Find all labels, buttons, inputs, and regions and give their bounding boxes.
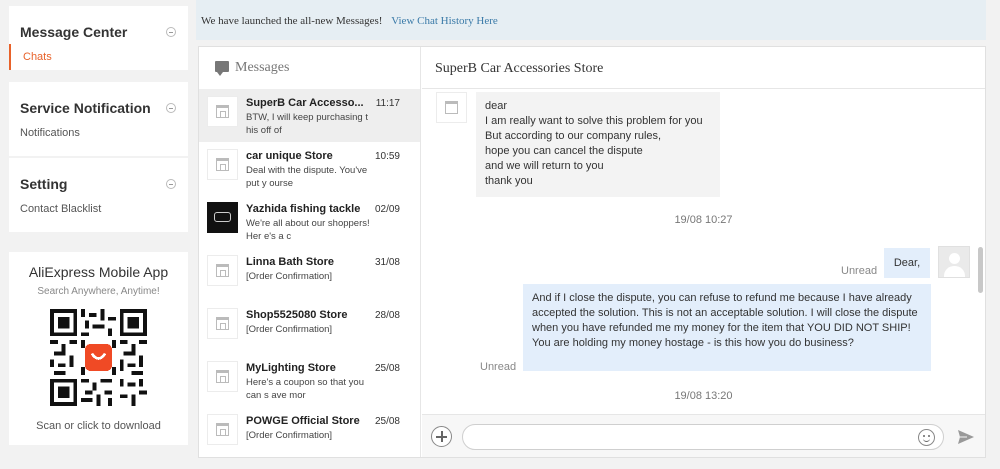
- message-center-section: Message Center Chats: [9, 6, 188, 70]
- unread-status: Unread: [480, 361, 517, 373]
- send-icon[interactable]: [957, 429, 975, 445]
- conversation-preview: BTW, I will keep purchasing this off of: [246, 112, 368, 136]
- store-avatar: [207, 255, 238, 286]
- conversation-list-title: Messages: [235, 60, 290, 75]
- message-timestamp: 19/08 13:20: [674, 390, 733, 402]
- conversation-name: POWGE Official Store: [246, 415, 360, 427]
- service-notification-header[interactable]: Service Notification: [9, 82, 188, 120]
- fishing-logo-icon: [214, 212, 231, 222]
- store-icon: [216, 158, 229, 171]
- store-avatar: [436, 92, 467, 123]
- store-icon: [216, 423, 229, 436]
- conversation-preview: Here's a coupon so that you can s ave mo…: [246, 377, 364, 401]
- collapse-icon[interactable]: [166, 103, 176, 113]
- conversation-preview: We're all about our shoppers! Her e's a …: [246, 218, 370, 242]
- message-line: hope you can cancel the dispute: [485, 145, 643, 157]
- unread-status: Unread: [841, 265, 878, 277]
- conversation-item[interactable]: Shop5525080 Store 28/08 [Order Confirmat…: [199, 301, 420, 354]
- service-notification-section: Service Notification Notifications: [9, 82, 188, 156]
- store-avatar: [207, 361, 238, 392]
- messages-icon: [215, 61, 229, 76]
- app-promo-title: AliExpress Mobile App: [28, 264, 169, 280]
- store-icon: [216, 105, 229, 118]
- conversation-view: SuperB Car Accessories Store dear I am r…: [422, 47, 985, 457]
- service-notification-title: Service Notification: [20, 100, 151, 116]
- message-center-title: Message Center: [20, 24, 128, 40]
- app-promo-subtitle: Search Anywhere, Anytime!: [37, 286, 160, 297]
- incoming-message: dear I am really want to solve this prob…: [476, 92, 720, 197]
- chat-panel: Messages SuperB Car Accesso... 11:17 BTW…: [198, 46, 986, 458]
- conversation-date: 28/08: [374, 310, 400, 321]
- message-line: thank you: [485, 175, 533, 187]
- collapse-icon[interactable]: [166, 27, 176, 37]
- user-avatar: [938, 246, 970, 278]
- message-thread[interactable]: dear I am really want to solve this prob…: [422, 89, 985, 414]
- sidebar-item-chats[interactable]: Chats: [9, 44, 188, 70]
- message-line: and we will return to you: [485, 160, 604, 172]
- store-icon: [445, 101, 458, 114]
- banner-text: We have launched the all-new Messages!: [201, 15, 383, 27]
- store-icon: [216, 317, 229, 330]
- sidebar-item-notifications[interactable]: Notifications: [9, 120, 80, 146]
- message-line: dear: [485, 100, 508, 112]
- store-avatar: [207, 202, 238, 233]
- message-input[interactable]: [462, 424, 944, 450]
- conversation-preview: [Order Confirmation]: [246, 430, 333, 441]
- conversation-name: MyLighting Store: [246, 362, 336, 374]
- message-center-header[interactable]: Message Center: [9, 6, 188, 44]
- conversation-preview: [Order Confirmation]: [246, 271, 333, 282]
- store-icon: [216, 370, 229, 383]
- setting-title: Setting: [20, 176, 68, 192]
- sidebar: Message Center Chats Service Notificatio…: [0, 0, 196, 469]
- view-chat-history-link[interactable]: View Chat History Here: [391, 15, 498, 27]
- message-timestamp: 19/08 10:27: [674, 214, 733, 226]
- conversation-name: car unique Store: [246, 150, 333, 162]
- conversation-preview: Deal with the dispute. You've put y ours…: [246, 165, 368, 189]
- conversation-date: 10:59: [374, 151, 400, 162]
- outgoing-message: Dear,: [884, 248, 930, 278]
- store-avatar: [207, 308, 238, 339]
- store-avatar: [207, 149, 238, 180]
- conversation-date: 02/09: [374, 204, 400, 215]
- qr-code[interactable]: [50, 309, 147, 406]
- conversation-item[interactable]: Yazhida fishing tackle 02/09 We're all a…: [199, 195, 420, 248]
- setting-section: Setting Contact Blacklist: [9, 158, 188, 232]
- mobile-app-promo: AliExpress Mobile App Search Anywhere, A…: [9, 252, 188, 445]
- store-avatar: [207, 96, 238, 127]
- message-composer: [422, 414, 985, 457]
- conversation-item[interactable]: SuperB Car Accesso... 11:17 BTW, I will …: [199, 89, 420, 142]
- conversation-list-header: Messages: [199, 47, 420, 89]
- setting-header[interactable]: Setting: [9, 158, 188, 196]
- emoji-icon[interactable]: [918, 429, 935, 446]
- conversation-date: 31/08: [374, 257, 400, 268]
- conversation-name: SuperB Car Accesso...: [246, 97, 364, 109]
- add-attachment-button[interactable]: [431, 426, 452, 447]
- conversation-preview: [Order Confirmation]: [246, 324, 333, 335]
- conversation-date: 25/08: [374, 416, 400, 427]
- conversation-name: Shop5525080 Store: [246, 309, 348, 321]
- conversation-list: Messages SuperB Car Accesso... 11:17 BTW…: [199, 47, 421, 457]
- conversation-item[interactable]: POWGE Official Store 25/08 [Order Confir…: [199, 407, 420, 457]
- message-line: But according to our company rules,: [485, 130, 662, 142]
- conversation-name: Linna Bath Store: [246, 256, 335, 268]
- collapse-icon[interactable]: [166, 179, 176, 189]
- scrollbar-thumb[interactable]: [978, 247, 983, 293]
- conversation-date: 25/08: [374, 363, 400, 374]
- conversation-name: Yazhida fishing tackle: [246, 203, 361, 215]
- conversation-item[interactable]: Linna Bath Store 31/08 [Order Confirmati…: [199, 248, 420, 301]
- conversation-item[interactable]: MyLighting Store 25/08 Here's a coupon s…: [199, 354, 420, 407]
- sidebar-item-contact-blacklist[interactable]: Contact Blacklist: [9, 196, 101, 222]
- store-avatar: [207, 414, 238, 445]
- outgoing-message: And if I close the dispute, you can refu…: [523, 284, 931, 371]
- conversation-date: 11:17: [375, 98, 400, 109]
- download-link[interactable]: Scan or click to download: [9, 420, 188, 432]
- message-line: I am really want to solve this problem f…: [485, 115, 703, 127]
- announcement-banner: We have launched the all-new Messages! V…: [196, 0, 986, 40]
- conversation-title: SuperB Car Accessories Store: [422, 47, 985, 89]
- store-icon: [216, 264, 229, 277]
- conversation-item[interactable]: car unique Store 10:59 Deal with the dis…: [199, 142, 420, 195]
